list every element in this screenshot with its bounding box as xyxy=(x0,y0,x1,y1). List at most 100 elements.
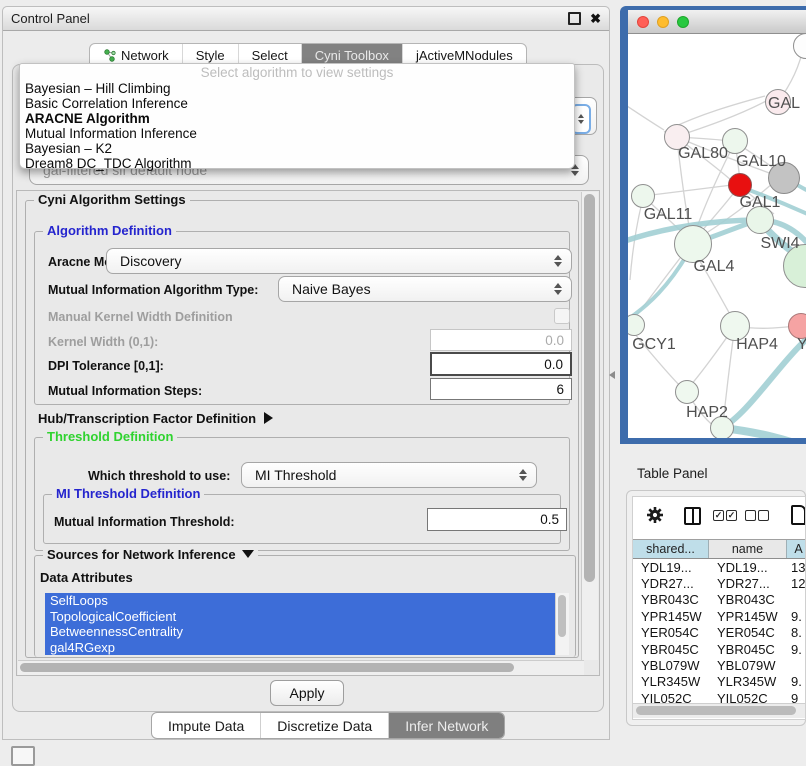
column-header-partial[interactable]: A xyxy=(787,540,806,558)
tab-infer-network[interactable]: Infer Network xyxy=(389,713,504,738)
cell[interactable]: 13 xyxy=(787,559,806,575)
mi-steps-field[interactable] xyxy=(430,378,572,400)
cell[interactable]: YDR27... xyxy=(633,575,709,591)
cell[interactable]: YER054C xyxy=(633,625,709,641)
algorithm-option-basic-correlation[interactable]: Basic Correlation Inference xyxy=(20,96,574,111)
algorithm-option-bayesian-hill[interactable]: Bayesian – Hill Climbing xyxy=(20,81,574,96)
list-item[interactable]: SelfLoops xyxy=(45,593,569,609)
table-row[interactable]: YBR045C YBR045C 9. xyxy=(633,641,806,657)
table-row[interactable]: YDL19... YDL19... 13 xyxy=(633,559,806,575)
column-header-name[interactable]: name xyxy=(709,540,787,558)
algorithm-option-bayesian-k2[interactable]: Bayesian – K2 xyxy=(20,141,574,156)
algorithm-option-aracne[interactable]: ARACNE Algorithm xyxy=(20,111,574,126)
scrollbar-thumb[interactable] xyxy=(20,663,514,672)
cell[interactable]: YDR27... xyxy=(709,575,787,591)
table-row[interactable]: YBL079W YBL079W xyxy=(633,657,806,673)
scrollbar-thumb[interactable] xyxy=(636,706,796,715)
algorithm-option-mutual-information[interactable]: Mutual Information Inference xyxy=(20,126,574,141)
table-row[interactable]: YLR345W YLR345W 9. xyxy=(633,674,806,690)
gear-icon[interactable] xyxy=(646,506,664,524)
cell[interactable] xyxy=(787,592,806,608)
cell[interactable]: YDL19... xyxy=(709,559,787,575)
mi-threshold-field[interactable] xyxy=(427,508,567,531)
apply-label: Apply xyxy=(289,685,324,701)
cell[interactable]: 9. xyxy=(787,674,806,690)
cell[interactable]: YBR043C xyxy=(633,592,709,608)
cell[interactable]: YDL19... xyxy=(633,559,709,575)
close-icon[interactable]: ✖ xyxy=(590,12,601,25)
horizontal-scrollbar xyxy=(18,660,584,675)
node-label: HAP4 xyxy=(736,336,778,354)
algorithm-placeholder: Select algorithm to view settings xyxy=(20,65,574,81)
control-panel-titlebar: Control Panel ✖ xyxy=(3,7,609,31)
algorithm-option-dream8[interactable]: Dream8 DC_TDC Algorithm xyxy=(20,156,574,171)
cell[interactable]: YBR043C xyxy=(709,592,787,608)
tab-label: Cyni Toolbox xyxy=(315,48,389,63)
cell[interactable] xyxy=(787,657,806,673)
split-columns-icon[interactable] xyxy=(684,507,701,525)
hub-definition-toggle[interactable]: Hub/Transcription Factor Definition xyxy=(38,409,273,427)
list-item[interactable]: TopologicalCoefficient xyxy=(45,609,569,625)
table-row[interactable]: YER054C YER054C 8. xyxy=(633,625,806,641)
cell[interactable]: 9. xyxy=(787,641,806,657)
group-title: Threshold Definition xyxy=(43,430,177,444)
cell[interactable]: YBL079W xyxy=(709,657,787,673)
list-item[interactable]: BetweennessCentrality xyxy=(45,624,569,640)
docked-panel-icon[interactable] xyxy=(11,746,35,766)
which-threshold-combo[interactable]: MI Threshold xyxy=(241,462,537,488)
aracne-mode-combo[interactable]: Discovery xyxy=(106,248,572,274)
cell[interactable]: 9. xyxy=(787,608,806,624)
table-row[interactable]: YDR27... YDR27... 12 xyxy=(633,575,806,591)
cell[interactable]: YBR045C xyxy=(633,641,709,657)
select-all-checkbox-icon[interactable]: ✓ xyxy=(726,510,737,521)
mi-algorithm-type-combo[interactable]: Naive Bayes xyxy=(278,276,572,302)
combo-stepper-icon xyxy=(554,283,562,295)
collapse-down-icon xyxy=(242,550,254,558)
panel-divider-arrow-icon[interactable] xyxy=(609,371,615,379)
node-label: Y xyxy=(797,336,806,354)
kernel-width-label: Kernel Width (0,1): xyxy=(48,335,158,349)
dpi-tolerance-field[interactable] xyxy=(430,352,572,376)
sources-toggle[interactable]: Sources for Network Inference xyxy=(43,548,258,562)
zoom-traffic-light[interactable] xyxy=(677,16,689,28)
document-icon[interactable] xyxy=(791,505,806,525)
hub-definition-label: Hub/Transcription Factor Definition xyxy=(38,411,256,426)
list-item[interactable]: gal4RGexp xyxy=(45,640,569,656)
network-node-hap2[interactable] xyxy=(675,380,699,404)
table-row[interactable]: YBR043C YBR043C xyxy=(633,592,806,608)
algorithm-definition-group: Algorithm Definition Aracne Mode: Discov… xyxy=(34,231,570,405)
node-label: GAL11 xyxy=(644,206,693,224)
kernel-width-field[interactable] xyxy=(430,329,572,351)
combo-stepper-icon xyxy=(519,469,527,481)
tab-discretize-data[interactable]: Discretize Data xyxy=(261,713,389,738)
table-row[interactable]: YPR145W YPR145W 9. xyxy=(633,608,806,624)
network-node-gal11[interactable] xyxy=(631,184,655,208)
table-panel: ✓ ✓ shared... name A YDL19... YDL19... 1… xyxy=(632,496,806,720)
cell[interactable]: YPR145W xyxy=(709,608,787,624)
network-canvas[interactable]: GAL GAL80 GAL10 GAL1 GAL11 SWI4 GAL4 GCY… xyxy=(628,34,806,438)
tab-impute-data[interactable]: Impute Data xyxy=(152,713,261,738)
mi-type-value: Naive Bayes xyxy=(292,281,371,297)
group-title: MI Threshold Definition xyxy=(52,487,204,501)
scrollbar-thumb[interactable] xyxy=(584,194,595,582)
cell[interactable]: YBL079W xyxy=(633,657,709,673)
deselect-all-checkbox-icon[interactable] xyxy=(758,510,769,521)
cell[interactable]: YLR345W xyxy=(709,674,787,690)
cell[interactable]: YER054C xyxy=(709,625,787,641)
float-window-icon[interactable] xyxy=(568,12,581,25)
cell[interactable]: YPR145W xyxy=(633,608,709,624)
deselect-all-checkbox-icon[interactable] xyxy=(745,510,756,521)
data-attributes-list: SelfLoops TopologicalCoefficient Between… xyxy=(45,593,569,655)
manual-kernel-width-checkbox[interactable] xyxy=(554,308,570,324)
cell[interactable]: YBR045C xyxy=(709,641,787,657)
minimize-traffic-light[interactable] xyxy=(657,16,669,28)
select-all-checkbox-icon[interactable]: ✓ xyxy=(713,510,724,521)
scrollbar-thumb[interactable] xyxy=(558,595,566,637)
close-traffic-light[interactable] xyxy=(637,16,649,28)
tab-label: Discretize Data xyxy=(277,718,372,734)
cell[interactable]: YLR345W xyxy=(633,674,709,690)
cell[interactable]: 12 xyxy=(787,575,806,591)
column-header-shared-name[interactable]: shared... xyxy=(633,540,709,558)
apply-button[interactable]: Apply xyxy=(270,680,344,706)
cell[interactable]: 8. xyxy=(787,625,806,641)
